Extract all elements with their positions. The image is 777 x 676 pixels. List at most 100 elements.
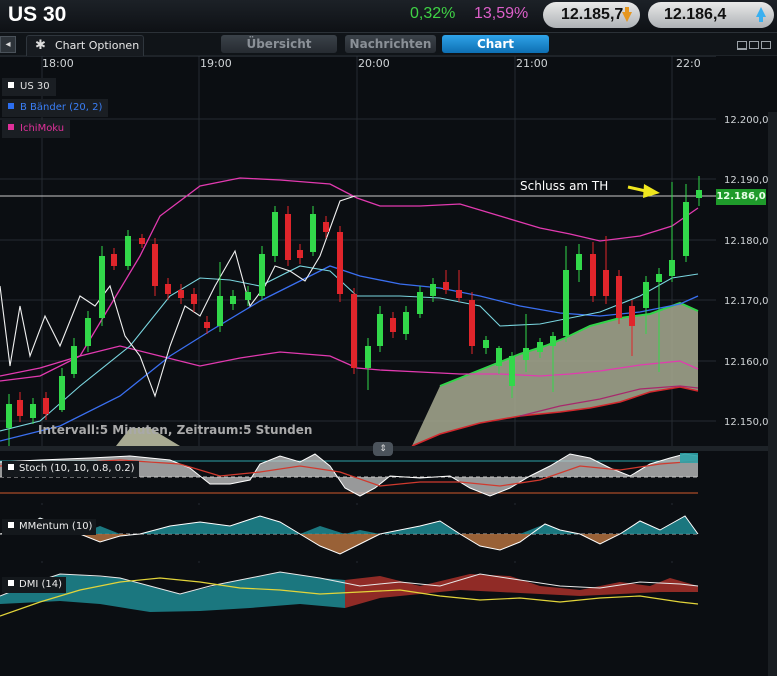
candle-body [165, 284, 171, 294]
legend-ichimoku[interactable]: IchiMoku [2, 120, 71, 138]
price-tick: 12.150,0 [724, 417, 769, 428]
buy-price: 12.186,4 [664, 6, 727, 23]
legend-swatch [8, 103, 14, 109]
candle-body [496, 348, 502, 366]
panel-resize-handle[interactable]: ⇕ [373, 442, 393, 456]
up-arrow-icon [756, 7, 766, 22]
maximize-icon[interactable] [761, 41, 771, 49]
candle-body [365, 346, 371, 368]
restore-icon[interactable] [749, 41, 759, 49]
time-axis: 18:00 19:00 20:00 21:00 22:0 [42, 57, 701, 70]
candle-body [669, 260, 675, 276]
candle-body [43, 398, 49, 414]
candle-body [443, 282, 449, 290]
candle-body [469, 300, 475, 346]
candle-body [616, 276, 622, 318]
candle-body [656, 274, 662, 282]
indicator-name: MMentum (10) [19, 521, 93, 532]
candle-body [550, 336, 556, 346]
indicator-label-stoch[interactable]: Stoch (10, 10, 0.8, 0.2) [2, 461, 139, 477]
indicator-swatch [8, 522, 14, 528]
legend-us30[interactable]: US 30 [2, 78, 56, 96]
current-price-tag: 12.186,0 [716, 189, 766, 205]
candle-body [125, 236, 131, 266]
time-tick: 21:00 [516, 57, 548, 70]
candle-body [643, 282, 649, 308]
candle-body [191, 294, 197, 304]
price-tick: 12.160,0 [724, 357, 769, 368]
minimize-icon[interactable] [737, 41, 747, 50]
candle-body [85, 318, 91, 346]
indicator-swatch [8, 464, 14, 470]
candle-body [272, 212, 278, 256]
price-chart[interactable]: 12.200,0 12.190,0 12.180,0 12.170,0 12.1… [0, 55, 777, 620]
candle-body [17, 400, 23, 416]
time-tick: 22:0 [676, 57, 701, 70]
candle-body [430, 284, 436, 296]
annotation-label: Schluss am TH [520, 179, 609, 193]
candle-body [337, 232, 343, 294]
interval-info: Intervall:5 Minuten, Zeitraum:5 Stunden [38, 423, 313, 437]
indicator-name: Stoch (10, 10, 0.8, 0.2) [19, 463, 135, 474]
candle-body [59, 376, 65, 410]
back-icon[interactable]: ◂ [0, 36, 16, 53]
chart-area[interactable]: 12.200,0 12.190,0 12.180,0 12.170,0 12.1… [0, 55, 777, 676]
indicator-name: DMI (14) [19, 579, 62, 590]
candle-body [152, 244, 158, 286]
time-tick: 20:00 [358, 57, 390, 70]
candle-body [417, 292, 423, 314]
sell-price: 12.185,7 [561, 6, 624, 23]
chart-options-button[interactable]: ✱ Chart Optionen [26, 35, 144, 56]
momentum-panel [0, 505, 768, 561]
candle-body [139, 238, 145, 244]
indicator-label-momentum[interactable]: MMentum (10) [2, 519, 97, 535]
candle-body [259, 254, 265, 296]
tab-chart[interactable]: Chart [442, 35, 549, 53]
sell-price-button[interactable]: 12.185,7 [543, 2, 640, 28]
candle-body [483, 340, 489, 348]
symbol-title: US 30 [8, 3, 67, 26]
chart-toolbar: ◂ ✱ Chart Optionen Übersicht Nachrichten… [0, 33, 777, 56]
candle-body [310, 214, 316, 252]
legend-label: US 30 [20, 81, 50, 92]
candle-body [323, 222, 329, 232]
tab-overview[interactable]: Übersicht [221, 35, 337, 53]
candle-body [509, 356, 515, 386]
candle-body [523, 348, 529, 360]
candle-body [590, 254, 596, 296]
tab-news[interactable]: Nachrichten [345, 35, 436, 53]
candle-body [629, 306, 635, 326]
candle-body [204, 322, 210, 328]
candle-body [456, 290, 462, 298]
candle-body [403, 312, 409, 334]
candle-body [285, 214, 291, 260]
candle-body [576, 254, 582, 270]
time-tick: 18:00 [42, 57, 74, 70]
candle-body [537, 342, 543, 352]
stoch-panel [0, 451, 768, 503]
price-axis: 12.200,0 12.190,0 12.180,0 12.170,0 12.1… [724, 115, 769, 428]
candle-body [111, 254, 117, 266]
buy-price-button[interactable]: 12.186,4 [648, 2, 774, 28]
legend-swatch [8, 124, 14, 130]
indicator-label-dmi[interactable]: DMI (14) [2, 577, 66, 593]
change-percent-secondary: 13,59% [474, 5, 529, 22]
header-bar: US 30 0,32% 13,59% 12.185,7 12.186,4 [0, 0, 777, 33]
price-tick: 12.190,0 [724, 175, 769, 186]
candle-body [71, 346, 77, 374]
price-tick: 12.170,0 [724, 296, 769, 307]
candle-body [297, 250, 303, 258]
scrollbar[interactable] [768, 112, 777, 676]
candle-body [217, 296, 223, 326]
indicator-swatch [8, 580, 14, 586]
candle-body [178, 290, 184, 298]
time-tick: 19:00 [200, 57, 232, 70]
candle-body [696, 190, 702, 198]
down-arrow-icon [622, 7, 632, 22]
legend-bollinger[interactable]: B Bänder (20, 2) [2, 99, 109, 117]
legend-label: IchiMoku [20, 123, 65, 134]
candle-body [351, 294, 357, 368]
candle-body [377, 314, 383, 346]
chart-options-label: Chart Optionen [55, 39, 140, 52]
candle-body [99, 256, 105, 318]
